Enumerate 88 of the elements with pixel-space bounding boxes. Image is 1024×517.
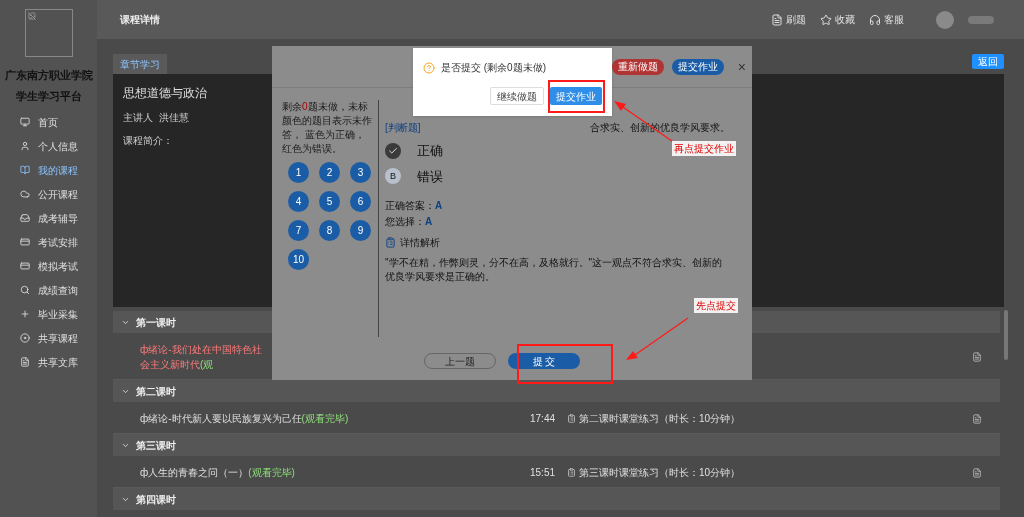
document-icon[interactable] <box>972 413 982 424</box>
section-header[interactable]: 第二课时 <box>113 380 1000 402</box>
exercise-icon <box>567 414 576 423</box>
nav-icon <box>20 213 30 223</box>
nav-icon <box>20 189 30 199</box>
nav-icon <box>20 165 30 175</box>
exercise-icon <box>567 468 576 477</box>
section-header[interactable]: 第四课时 <box>113 488 1000 510</box>
question-number[interactable]: 4 <box>288 191 309 212</box>
answer-option[interactable]: B 错误 <box>385 166 443 186</box>
header-action[interactable]: 收藏 <box>820 12 855 27</box>
nav-icon <box>20 285 30 295</box>
lesson-time: 17:44 <box>530 412 557 426</box>
nav-item[interactable]: 考试安排 <box>0 230 97 254</box>
course-title: 思想道德与政治 <box>123 85 207 102</box>
header-action[interactable]: 刷题 <box>771 12 806 27</box>
chosen-answer: 您选择：A <box>385 215 433 229</box>
nav-item[interactable]: 模拟考试 <box>0 254 97 278</box>
question-number[interactable]: 2 <box>319 162 340 183</box>
user-name-blur <box>968 15 994 24</box>
header-action-icon <box>869 13 881 26</box>
lesson-title: ф绪论-我们处在中国特色社会主义新时代(观 <box>140 343 263 372</box>
question-number[interactable]: 10 <box>288 249 309 270</box>
option-letter: B <box>385 168 401 185</box>
question-number[interactable]: 1 <box>288 162 309 183</box>
quiz-action-button[interactable]: 提交作业 <box>671 58 724 75</box>
nav-icon <box>20 141 30 151</box>
question-number[interactable]: 9 <box>350 220 371 241</box>
nav-item[interactable]: 毕业采集 <box>0 302 97 326</box>
scrollbar-thumb[interactable] <box>1004 310 1008 360</box>
user-avatar[interactable] <box>936 10 954 29</box>
nav-icon <box>20 117 30 127</box>
lecturer-label: 主讲人 <box>123 111 153 125</box>
nav-icon <box>20 261 30 271</box>
confirm-button[interactable]: 提交作业 <box>550 87 602 105</box>
check-icon <box>385 142 401 159</box>
nav-icon <box>20 357 30 367</box>
nav-item[interactable]: 成绩查询 <box>0 278 97 302</box>
lesson-time: 15:51 <box>530 466 557 480</box>
analysis-title: 详情解析 <box>400 236 440 250</box>
instruction-text: 剩余0题未做，未标颜色的题目表示未作答， 蓝色为正确，红色为错误。 <box>282 100 372 156</box>
nav-icon <box>20 237 30 247</box>
document-icon[interactable] <box>972 352 982 362</box>
platform-name: 学生学习平台 <box>15 88 82 104</box>
submit-button[interactable]: 提 交 <box>508 353 580 369</box>
nav-item[interactable]: 我的课程 <box>0 158 97 182</box>
header-action[interactable]: 客服 <box>869 12 904 27</box>
confirm-button[interactable]: 继续做题 <box>490 87 544 105</box>
tab[interactable]: 章节学习 <box>113 54 167 74</box>
quiz-action-button[interactable]: 重新做题 <box>611 58 664 75</box>
school-name: 广东南方职业学院 <box>4 68 93 83</box>
header-action-icon <box>771 13 783 26</box>
correct-answer: 正确答案：A <box>385 199 443 213</box>
nav-item[interactable]: 共享课程 <box>0 326 97 350</box>
exercise-link[interactable]: 第三课时课堂练习（时长：10分钟） <box>579 465 741 480</box>
page-title: 课程详情 <box>120 13 160 27</box>
analysis-text: "学不在精，作弊则灵，分不在高，及格就行。"这一观点不符合求实、创新的优良学风要求是正确的。 <box>385 256 724 284</box>
confirm-message: 是否提交 (剩余0题未做) <box>441 61 546 75</box>
question-number[interactable]: 7 <box>288 220 309 241</box>
lecturer-name: 洪佳慧 <box>159 111 189 125</box>
annotation-text: 先点提交 <box>694 298 738 313</box>
lesson-title: ф人生的青春之问（一）(观看完毕) <box>140 466 296 480</box>
nav-item[interactable]: 成考辅导 <box>0 206 97 230</box>
nav-item[interactable]: 公开课程 <box>0 182 97 206</box>
answer-option[interactable]: 正确 <box>385 141 443 161</box>
nav-icon <box>20 333 30 343</box>
header-action-icon <box>820 13 832 26</box>
broken-image-icon <box>27 12 36 20</box>
question-number[interactable]: 8 <box>319 220 340 241</box>
section-header[interactable]: 第三课时 <box>113 434 1000 456</box>
intro-label: 课程简介： <box>123 134 173 148</box>
question-type: [判断题] <box>385 121 421 135</box>
exercise-link[interactable]: 第二课时课堂练习（时长：10分钟） <box>579 411 741 426</box>
question-number[interactable]: 5 <box>319 191 340 212</box>
question-number[interactable]: 6 <box>350 191 371 212</box>
annotation-text: 再点提交作业 <box>672 141 736 156</box>
analysis-icon <box>385 237 396 248</box>
nav-item[interactable]: 共享文库 <box>0 350 97 374</box>
question-icon <box>423 61 435 74</box>
close-button[interactable]: × <box>737 59 746 74</box>
document-icon[interactable] <box>972 467 982 478</box>
nav-item[interactable]: 个人信息 <box>0 134 97 158</box>
highlight-frame <box>548 80 605 113</box>
lesson-title: ф绪论-时代新人要以民族复兴为己任(观看完毕) <box>140 412 350 426</box>
nav-item[interactable]: 首页 <box>0 110 97 134</box>
nav-icon <box>20 309 30 319</box>
question-number[interactable]: 3 <box>350 162 371 183</box>
annotation-arrow <box>626 317 689 360</box>
